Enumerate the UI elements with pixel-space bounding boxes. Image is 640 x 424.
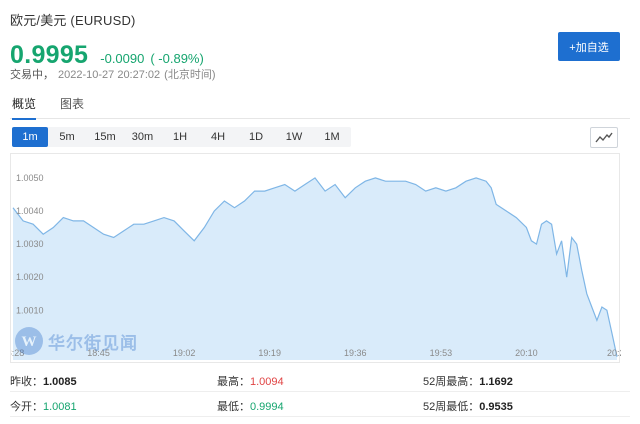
instrument-title: 欧元/美元 (EURUSD) xyxy=(10,13,136,28)
open-value: 1.0081 xyxy=(43,401,77,413)
open-label: 今开： xyxy=(10,401,43,413)
52w-low-label: 52周最低： xyxy=(423,401,480,413)
quote-time: 2022-10-27 20:27:02 xyxy=(58,69,161,81)
watermark: W 华尔街见闻 xyxy=(14,326,138,356)
low-value: 0.9994 xyxy=(250,401,284,413)
status-text: 交易中， xyxy=(10,69,54,81)
x-tick-label: 19:02 xyxy=(173,348,196,358)
x-tick-label: 19:19 xyxy=(258,348,281,358)
svg-text:W: W xyxy=(22,334,37,350)
prev-close-stat: 昨收：1.0085 xyxy=(10,373,77,389)
prev-close-label: 昨收： xyxy=(10,376,43,388)
timezone-label: (北京时间) xyxy=(164,69,216,81)
time-range-selector: 1m 5m 15m 30m 1H 4H 1D 1W 1M xyxy=(12,127,351,147)
tab-overview[interactable]: 概览 xyxy=(12,95,37,120)
range-1w-button[interactable]: 1W xyxy=(275,127,313,147)
quote-stats: 昨收：1.0085 最高：1.0094 52周最高：1.1692 今开：1.00… xyxy=(10,368,630,420)
low-stat: 最低：0.9994 xyxy=(217,398,284,414)
stats-row: 昨收：1.0085 最高：1.0094 52周最高：1.1692 xyxy=(10,368,630,392)
line-chart-icon xyxy=(595,132,613,142)
range-1month-button[interactable]: 1M xyxy=(313,127,351,147)
range-4h-button[interactable]: 4H xyxy=(199,127,237,147)
watermark-text: 华尔街见闻 xyxy=(48,333,138,354)
range-5m-button[interactable]: 5m xyxy=(48,127,86,147)
high-stat: 最高：1.0094 xyxy=(217,373,284,389)
y-tick-label: 1.0010 xyxy=(16,305,44,315)
quote-header: 欧元/美元 (EURUSD) 0.9995 -0.0090 ( -0.89%) … xyxy=(10,8,630,86)
52w-high-value: 1.1692 xyxy=(479,376,513,388)
trading-status: 交易中， 2022-10-27 20:27:02 (北京时间) xyxy=(10,66,215,82)
price-change: -0.0090 xyxy=(100,51,145,66)
open-stat: 今开：1.0081 xyxy=(10,398,77,414)
x-tick-label: 19:36 xyxy=(344,348,367,358)
low-label: 最低： xyxy=(217,401,250,413)
add-to-watchlist-button[interactable]: +加自选 xyxy=(558,32,620,61)
52w-low-stat: 52周最低：0.9535 xyxy=(423,398,513,414)
tab-chart[interactable]: 图表 xyxy=(60,95,84,119)
y-tick-label: 1.0030 xyxy=(16,239,44,249)
range-15m-button[interactable]: 15m xyxy=(86,127,124,147)
y-tick-label: 1.0040 xyxy=(16,206,44,216)
price-change-percent: ( -0.89%) xyxy=(150,51,204,66)
range-1h-button[interactable]: 1H xyxy=(161,127,199,147)
52w-high-label: 52周最高： xyxy=(423,376,480,388)
view-tabs: 概览 图表 xyxy=(10,95,630,120)
52w-high-stat: 52周最高：1.1692 xyxy=(423,373,513,389)
52w-low-value: 0.9535 xyxy=(479,401,513,413)
x-tick-label: 20:2 xyxy=(607,348,621,358)
x-tick-label: 20:10 xyxy=(515,348,538,358)
range-1m-button[interactable]: 1m xyxy=(12,127,48,147)
y-tick-label: 1.0050 xyxy=(16,173,44,183)
stats-row: 今开：1.0081 最低：0.9994 52周最低：0.9535 xyxy=(10,393,630,417)
wallstreetcn-logo-icon: W xyxy=(15,327,43,355)
x-tick-label: 19:53 xyxy=(430,348,453,358)
high-value: 1.0094 xyxy=(250,376,284,388)
range-30m-button[interactable]: 30m xyxy=(124,127,161,147)
y-tick-label: 1.0020 xyxy=(16,272,44,282)
prev-close-value: 1.0085 xyxy=(43,376,77,388)
high-label: 最高： xyxy=(217,376,250,388)
range-1d-button[interactable]: 1D xyxy=(237,127,275,147)
price-row: 0.9995 -0.0090 ( -0.89%) xyxy=(10,41,204,69)
chart-type-toggle[interactable] xyxy=(590,127,618,148)
